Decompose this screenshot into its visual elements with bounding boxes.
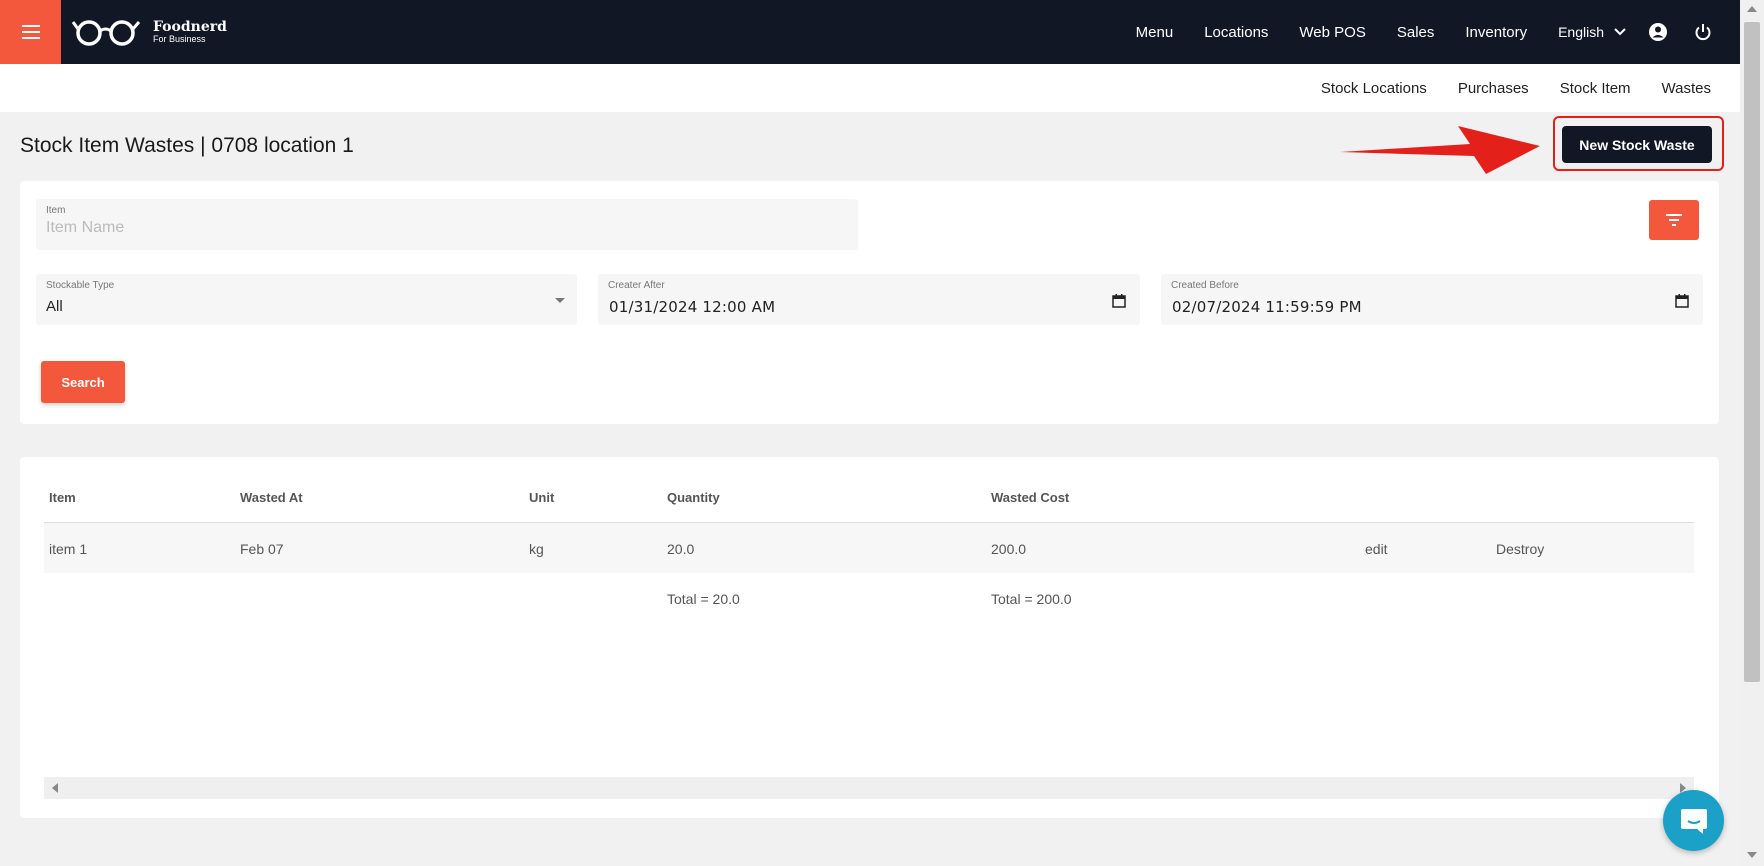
logout-button[interactable] [1694, 23, 1712, 41]
created-after-field[interactable]: Creater After 01/31/2024 12:00 AM [598, 274, 1140, 325]
item-filter-field: Item [36, 199, 858, 250]
total-quantity: Total = 20.0 [667, 591, 740, 607]
cell-quantity: 20.0 [667, 541, 695, 557]
dropdown-caret-icon [555, 298, 565, 303]
wastes-table-card: Item Wasted At Unit Quantity Wasted Cost… [20, 457, 1719, 818]
vertical-scrollbar[interactable] [1740, 0, 1764, 866]
stockable-type-label: Stockable Type [46, 280, 115, 291]
language-label: English [1558, 24, 1604, 40]
calendar-icon[interactable] [1675, 294, 1689, 308]
filter-icon [1666, 214, 1682, 226]
new-stock-waste-button[interactable]: New Stock Waste [1562, 126, 1712, 163]
annotation-arrow-icon [1340, 126, 1540, 174]
language-selector[interactable]: English [1558, 24, 1626, 40]
scrollbar-thumb[interactable] [1744, 22, 1760, 682]
horizontal-scrollbar[interactable] [44, 777, 1694, 799]
destroy-link[interactable]: Destroy [1496, 541, 1544, 557]
account-button[interactable] [1648, 22, 1668, 42]
search-button[interactable]: Search [41, 361, 125, 403]
filter-panel: Item Stockable Type All Creater After 01… [20, 181, 1719, 424]
top-navbar: Foodnerd For Business Menu Locations Web… [0, 0, 1740, 64]
nav-item-web-pos[interactable]: Web POS [1299, 24, 1365, 41]
brand-logo[interactable]: Foodnerd For Business [71, 17, 227, 47]
nav-item-inventory[interactable]: Inventory [1465, 24, 1527, 41]
table-row: item 1 Feb 07 kg 20.0 200.0 edit Destroy [44, 523, 1694, 573]
created-after-label: Creater After [608, 280, 665, 291]
item-filter-label: Item [46, 205, 66, 216]
page-title: Stock Item Wastes | 0708 location 1 [20, 134, 354, 157]
total-wasted-cost: Total = 200.0 [991, 591, 1072, 607]
inventory-subnav: Stock Locations Purchases Stock Item Was… [0, 64, 1740, 112]
account-circle-icon [1649, 23, 1667, 41]
power-icon [1695, 24, 1711, 41]
filter-toggle-button[interactable] [1649, 200, 1699, 240]
scroll-up-icon[interactable] [1747, 6, 1757, 12]
subnav-item-stock-item[interactable]: Stock Item [1560, 80, 1631, 97]
glasses-icon [71, 20, 141, 46]
subnav-item-stock-locations[interactable]: Stock Locations [1321, 80, 1427, 97]
nav-item-sales[interactable]: Sales [1397, 24, 1435, 41]
brand-name: Foodnerd [153, 19, 227, 35]
stockable-type-value: All [46, 298, 63, 315]
nav-item-locations[interactable]: Locations [1204, 24, 1268, 41]
cell-item: item 1 [49, 541, 88, 557]
brand-tagline: For Business [153, 34, 206, 44]
wastes-table: Item Wasted At Unit Quantity Wasted Cost… [44, 457, 1694, 623]
hamburger-icon [21, 25, 40, 39]
column-header-wasted-at: Wasted At [240, 490, 303, 505]
item-name-input[interactable] [46, 219, 836, 237]
menu-toggle-button[interactable] [0, 0, 61, 64]
column-header-wasted-cost: Wasted Cost [991, 490, 1070, 505]
created-after-value: 01/31/2024 12:00 AM [609, 298, 776, 316]
calendar-icon[interactable] [1112, 294, 1126, 308]
column-header-item: Item [49, 490, 76, 505]
created-before-value: 02/07/2024 11:59:59 PM [1172, 298, 1362, 316]
stockable-type-select[interactable]: Stockable Type All [36, 274, 577, 325]
created-before-field[interactable]: Created Before 02/07/2024 11:59:59 PM [1161, 274, 1703, 325]
chat-widget-button[interactable] [1663, 790, 1724, 851]
created-before-label: Created Before [1171, 280, 1239, 291]
main-nav: Menu Locations Web POS Sales Inventory E… [1136, 0, 1740, 64]
cell-unit: kg [529, 541, 544, 557]
chat-bubble-icon [1680, 808, 1707, 834]
cell-wasted-cost: 200.0 [991, 541, 1027, 557]
subnav-item-purchases[interactable]: Purchases [1458, 80, 1529, 97]
edit-link[interactable]: edit [1365, 541, 1388, 557]
table-totals-row: Total = 20.0 Total = 200.0 [44, 573, 1694, 623]
column-header-quantity: Quantity [667, 490, 720, 505]
scroll-down-icon[interactable] [1747, 852, 1757, 858]
column-header-unit: Unit [529, 490, 555, 505]
cell-wasted-at: Feb 07 [240, 541, 284, 557]
chevron-down-icon [1614, 28, 1626, 36]
nav-item-menu[interactable]: Menu [1136, 24, 1174, 41]
scroll-left-icon[interactable] [52, 783, 58, 793]
table-header-row: Item Wasted At Unit Quantity Wasted Cost [44, 457, 1694, 523]
subnav-item-wastes[interactable]: Wastes [1662, 80, 1711, 97]
